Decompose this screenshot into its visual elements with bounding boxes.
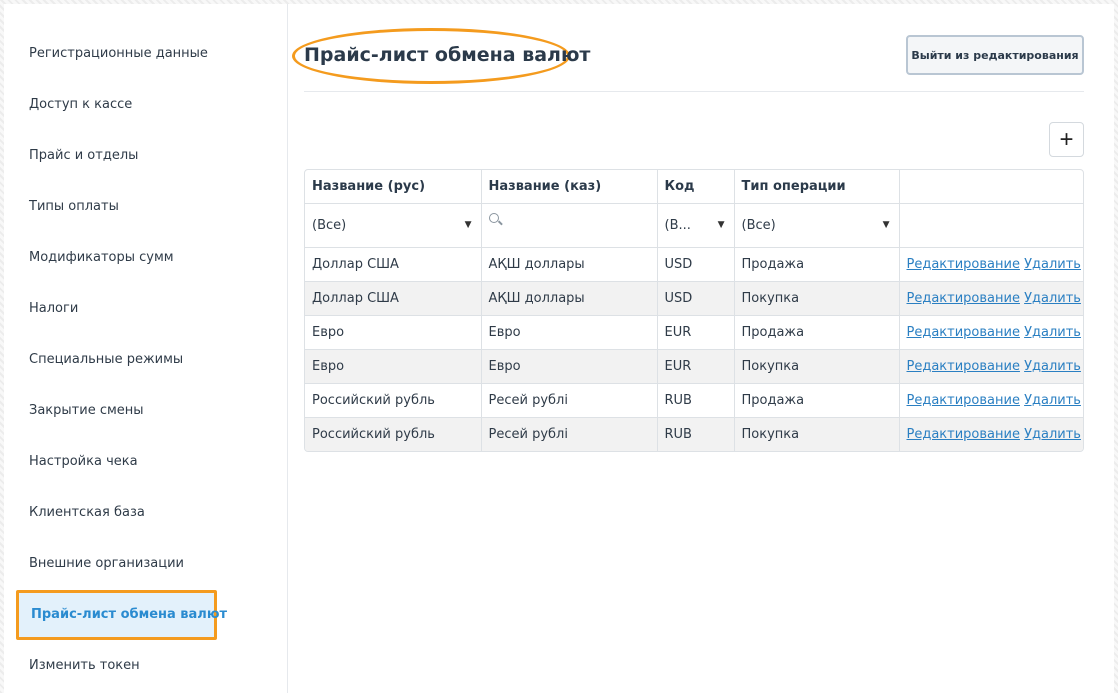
edit-link[interactable]: Редактирование [907, 291, 1020, 306]
column-header-name-kz[interactable]: Название (каз) [481, 170, 658, 204]
delete-link[interactable]: Удалить [1024, 359, 1081, 374]
cell-operation: Покупка [734, 417, 900, 451]
cell-code: USD [657, 247, 735, 282]
filter-operation-value: (Все) [741, 217, 776, 233]
edit-link[interactable]: Редактирование [907, 359, 1020, 374]
sidebar-item-amount-modifiers[interactable]: Модификаторы сумм [29, 248, 174, 268]
cell-operation: Продажа [734, 383, 900, 418]
cell-code: USD [657, 281, 735, 316]
sidebar-item-change-token[interactable]: Изменить токен [29, 656, 140, 676]
edit-link[interactable]: Редактирование [907, 393, 1020, 408]
cell-operation: Продажа [734, 315, 900, 350]
sidebar-item-receipt-settings[interactable]: Настройка чека [29, 452, 138, 472]
sidebar-item-external-orgs[interactable]: Внешние организации [29, 554, 184, 574]
delete-link[interactable]: Удалить [1024, 393, 1081, 408]
cell-actions: Редактирование Удалить [899, 417, 1083, 451]
edit-link[interactable]: Редактирование [907, 257, 1020, 272]
cell-code: RUB [657, 417, 735, 451]
currency-table: Название (рус) Название (каз) Код Тип оп… [304, 169, 1084, 452]
cell-code: RUB [657, 383, 735, 418]
chevron-down-icon: ▼ [717, 220, 725, 230]
column-header-name-ru[interactable]: Название (рус) [305, 170, 482, 204]
cell-operation: Покупка [734, 349, 900, 384]
cell-name-kz: Ресей рублі [481, 383, 658, 418]
filter-name-kz[interactable] [481, 203, 658, 248]
cell-code: EUR [657, 349, 735, 384]
edit-link[interactable]: Редактирование [907, 427, 1020, 442]
page-title: Прайс-лист обмена валют [304, 44, 591, 66]
cell-name-ru: Доллар США [305, 247, 482, 282]
table-row: Российский рубль Ресей рублі RUB Продажа… [305, 383, 1083, 418]
filter-name-ru[interactable]: (Все) ▼ [305, 203, 482, 248]
edit-link[interactable]: Редактирование [907, 325, 1020, 340]
cell-operation: Покупка [734, 281, 900, 316]
sidebar-item-payment-types[interactable]: Типы оплаты [29, 197, 119, 217]
table-header-row: Название (рус) Название (каз) Код Тип оп… [305, 170, 1083, 204]
cell-name-ru: Евро [305, 315, 482, 350]
sidebar-item-taxes[interactable]: Налоги [29, 299, 78, 319]
sidebar-item-currency-price-list[interactable]: Прайс-лист обмена валют [16, 590, 227, 640]
delete-link[interactable]: Удалить [1024, 291, 1081, 306]
sidebar-item-price-departments[interactable]: Прайс и отделы [29, 146, 138, 166]
cell-name-kz: Евро [481, 315, 658, 350]
column-header-code[interactable]: Код [657, 170, 735, 204]
cell-actions: Редактирование Удалить [899, 383, 1083, 418]
sidebar-item-shift-closing[interactable]: Закрытие смены [29, 401, 144, 421]
table-row: Доллар США АҚШ доллары USD Покупка Редак… [305, 281, 1083, 316]
search-icon [488, 212, 499, 223]
delete-link[interactable]: Удалить [1024, 427, 1081, 442]
cell-name-ru: Российский рубль [305, 383, 482, 418]
sidebar-item-special-modes[interactable]: Специальные режимы [29, 350, 183, 370]
cell-code: EUR [657, 315, 735, 350]
chevron-down-icon: ▼ [882, 220, 890, 230]
chevron-down-icon: ▼ [464, 220, 472, 230]
table-row: Евро Евро EUR Продажа Редактирование Уда… [305, 315, 1083, 350]
cell-name-kz: Ресей рублі [481, 417, 658, 451]
table-row: Доллар США АҚШ доллары USD Продажа Редак… [305, 247, 1083, 282]
cell-name-kz: Евро [481, 349, 658, 384]
cell-actions: Редактирование Удалить [899, 349, 1083, 384]
table-row: Российский рубль Ресей рублі RUB Покупка… [305, 417, 1083, 451]
sidebar: Регистрационные данные Доступ к кассе Пр… [4, 4, 288, 693]
sidebar-item-cash-access[interactable]: Доступ к кассе [29, 95, 132, 115]
filter-code[interactable]: (В... ▼ [657, 203, 735, 248]
main-content: Прайс-лист обмена валют Выйти из редакти… [292, 4, 1084, 693]
delete-link[interactable]: Удалить [1024, 325, 1081, 340]
sidebar-item-registration[interactable]: Регистрационные данные [29, 44, 208, 64]
cell-actions: Редактирование Удалить [899, 281, 1083, 316]
filter-code-value: (В... [664, 217, 691, 233]
delete-link[interactable]: Удалить [1024, 257, 1081, 272]
exit-edit-button[interactable]: Выйти из редактирования [906, 35, 1084, 75]
table-filter-row: (Все) ▼ (В... ▼ (Все) ▼ [305, 203, 1083, 248]
cell-name-kz: АҚШ доллары [481, 281, 658, 316]
app-frame: Регистрационные данные Доступ к кассе Пр… [4, 4, 1114, 693]
header-divider [304, 91, 1084, 92]
filter-actions-empty [899, 203, 1083, 248]
sidebar-item-client-base[interactable]: Клиентская база [29, 503, 145, 523]
column-header-operation[interactable]: Тип операции [734, 170, 900, 204]
cell-name-kz: АҚШ доллары [481, 247, 658, 282]
cell-name-ru: Евро [305, 349, 482, 384]
column-header-actions [899, 170, 1083, 204]
filter-operation[interactable]: (Все) ▼ [734, 203, 900, 248]
cell-name-ru: Российский рубль [305, 417, 482, 451]
cell-actions: Редактирование Удалить [899, 247, 1083, 282]
filter-name-ru-value: (Все) [312, 217, 347, 233]
table-row: Евро Евро EUR Покупка Редактирование Уда… [305, 349, 1083, 384]
add-button[interactable]: + [1049, 122, 1084, 157]
cell-name-ru: Доллар США [305, 281, 482, 316]
cell-operation: Продажа [734, 247, 900, 282]
cell-actions: Редактирование Удалить [899, 315, 1083, 350]
